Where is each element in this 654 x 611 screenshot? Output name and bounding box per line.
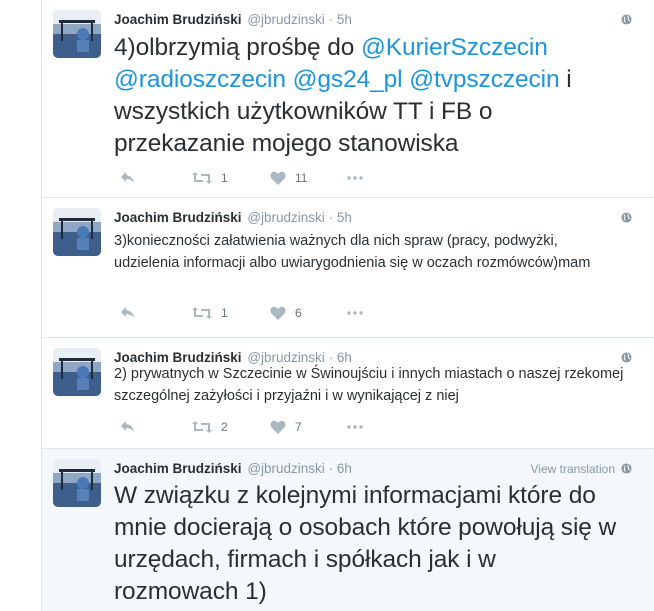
more-icon [347, 176, 363, 180]
reply-icon [121, 172, 134, 183]
tweet-text: 3)konieczności załatwienia ważnych dla n… [114, 230, 625, 274]
author-handle[interactable]: @jbrudzinski [247, 12, 324, 27]
globe-icon [621, 463, 632, 474]
reply-button[interactable] [120, 170, 136, 186]
heart-icon [270, 171, 286, 185]
retweet-count: 1 [221, 306, 228, 320]
author-name[interactable]: Joachim Brudziński [114, 461, 242, 476]
separator-dot: · [328, 12, 334, 27]
mention-link[interactable]: @tvpszczecin [409, 66, 559, 93]
mention-link[interactable]: @gs24_pl [293, 66, 403, 93]
retweet-icon [192, 307, 212, 319]
like-button[interactable]: 11 [270, 170, 307, 186]
retweet-icon [192, 172, 212, 184]
retweet-button[interactable]: 1 [192, 305, 228, 321]
avatar[interactable] [53, 10, 101, 58]
avatar[interactable] [53, 459, 101, 507]
tweet[interactable]: Joachim Brudziński @jbrudzinski · 6h Vie… [42, 449, 654, 611]
tweet[interactable]: Joachim Brudziński @jbrudzinski · 5h 4)o… [42, 0, 654, 198]
more-button[interactable] [347, 419, 363, 435]
like-count: 6 [295, 306, 302, 320]
reply-button[interactable] [120, 305, 136, 321]
heart-icon [270, 306, 286, 320]
more-icon [347, 311, 363, 315]
tweet-timestamp[interactable]: 6h [337, 461, 352, 476]
tweet-text: W związku z kolejnymi informacjami które… [114, 480, 625, 608]
tweet[interactable]: Joachim Brudziński @jbrudzinski · 6h 2) … [42, 338, 654, 449]
author-name[interactable]: Joachim Brudziński [114, 210, 242, 225]
tweet-text: 4)olbrzymią prośbę do @KurierSzczecin @r… [114, 32, 625, 160]
tweet-text-segment: 4)olbrzymią prośbę do [114, 34, 361, 61]
like-count: 7 [295, 420, 302, 434]
avatar[interactable] [53, 208, 101, 256]
tweet-text-segment: W związku z kolejnymi informacjami które… [114, 482, 617, 605]
retweet-count: 1 [221, 171, 228, 185]
tweet-timestamp[interactable]: 5h [337, 210, 352, 225]
like-button[interactable]: 7 [270, 419, 302, 435]
tweet-text-segment: 2) prywatnych w Szczecinie w Świnoujściu… [114, 366, 624, 404]
tweet-timeline: Joachim Brudziński @jbrudzinski · 5h 4)o… [41, 0, 654, 611]
more-button[interactable] [347, 170, 363, 186]
mention-link[interactable]: @KurierSzczecin [361, 34, 548, 61]
separator-dot: · [328, 210, 334, 225]
retweet-button[interactable]: 2 [192, 419, 228, 435]
tweet-timestamp[interactable]: 5h [337, 12, 352, 27]
globe-icon [621, 14, 632, 25]
view-translation-link[interactable]: View translation [531, 460, 616, 478]
reply-icon [121, 421, 134, 432]
retweet-count: 2 [221, 420, 228, 434]
avatar[interactable] [53, 348, 101, 396]
like-button[interactable]: 6 [270, 305, 302, 321]
tweet[interactable]: Joachim Brudziński @jbrudzinski · 5h 3)k… [42, 198, 654, 338]
author-handle[interactable]: @jbrudzinski [247, 210, 324, 225]
tweet-header: Joachim Brudziński @jbrudzinski · 5h [114, 11, 352, 29]
more-icon [347, 425, 363, 429]
tweet-header: Joachim Brudziński @jbrudzinski · 6h [114, 460, 352, 478]
author-name[interactable]: Joachim Brudziński [114, 12, 242, 27]
reply-icon [121, 307, 134, 318]
mention-link[interactable]: @radioszczecin [114, 66, 286, 93]
globe-icon [621, 212, 632, 223]
tweet-text: 2) prywatnych w Szczecinie w Świnoujściu… [114, 363, 625, 407]
heart-icon [270, 420, 286, 434]
author-handle[interactable]: @jbrudzinski [247, 461, 324, 476]
reply-button[interactable] [120, 419, 136, 435]
retweet-icon [192, 421, 212, 433]
separator-dot: · [328, 461, 334, 476]
tweet-text-segment [286, 66, 293, 93]
retweet-button[interactable]: 1 [192, 170, 228, 186]
tweet-text-segment: 3)konieczności załatwienia ważnych dla n… [114, 233, 591, 271]
tweet-header: Joachim Brudziński @jbrudzinski · 5h [114, 209, 352, 227]
globe-icon [621, 352, 632, 363]
more-button[interactable] [347, 305, 363, 321]
like-count: 11 [295, 171, 308, 185]
